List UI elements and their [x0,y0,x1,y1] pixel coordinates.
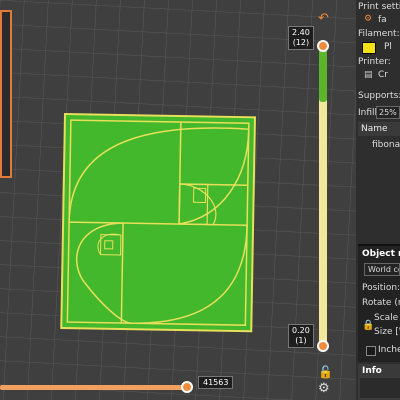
layer-bottom-index: (1) [295,336,307,345]
printer-label: Printer: [358,57,391,67]
print-settings-combo[interactable]: fa [378,15,387,25]
layer-top-knob[interactable] [317,40,329,52]
lock-icon[interactable]: 🔒 [362,320,374,331]
object-manip-title: Object m [362,249,400,259]
layer-bottom-value: 0.20 [292,326,310,335]
infill-combo[interactable]: 25% [376,106,400,119]
undo-icon[interactable]: ↶ [318,12,329,25]
filament-combo[interactable]: Pl [384,42,392,52]
print-settings-label: Print setting [358,2,400,12]
info-title: Info [362,366,382,376]
scale-label: Scale fa [374,313,400,323]
object-list-header[interactable]: Name [358,122,400,136]
move-slider[interactable] [0,385,190,390]
layer-slider-active-range [319,48,327,102]
cog-icon[interactable]: ⚙ [318,382,330,395]
coordinate-system-combo[interactable]: World co [364,263,400,276]
info-panel: Info [358,364,400,400]
printer-icon: ▤ [364,70,373,80]
layer-top-value: 2.40 [292,28,310,37]
lock-open-icon[interactable]: 🔓 [318,366,333,379]
3d-preview-viewport[interactable]: ↶ 2.40 (12) 0.20 (1) 🔓 ⚙ 41563 [0,0,356,400]
move-value: 41563 [198,376,234,389]
filament-label: Filament: [358,29,400,39]
position-label: Position: [362,283,400,293]
layer-top-index: (12) [292,38,310,47]
left-toolbar-edge[interactable] [0,10,12,178]
rotate-label: Rotate (rel [362,298,400,308]
inches-checkbox[interactable] [366,346,376,356]
fibonacci-model [60,112,256,333]
size-label: Size [W [374,327,400,337]
object-manipulation-panel: Object m World co Position: Rotate (rel … [358,244,400,362]
layer-top-label: 2.40 (12) [288,26,314,50]
layer-bottom-label: 0.20 (1) [288,324,314,348]
filament-color-swatch[interactable] [362,42,376,54]
info-content [360,378,400,398]
inches-label: Inches [378,345,400,355]
move-slider-knob[interactable] [181,381,193,393]
object-list-item[interactable]: fibonacc [372,140,400,150]
layer-bottom-knob[interactable] [317,340,329,352]
settings-gear-icon: ⚙ [364,14,373,24]
printer-combo[interactable]: Cr [378,70,388,80]
supports-label: Supports: [358,91,400,101]
